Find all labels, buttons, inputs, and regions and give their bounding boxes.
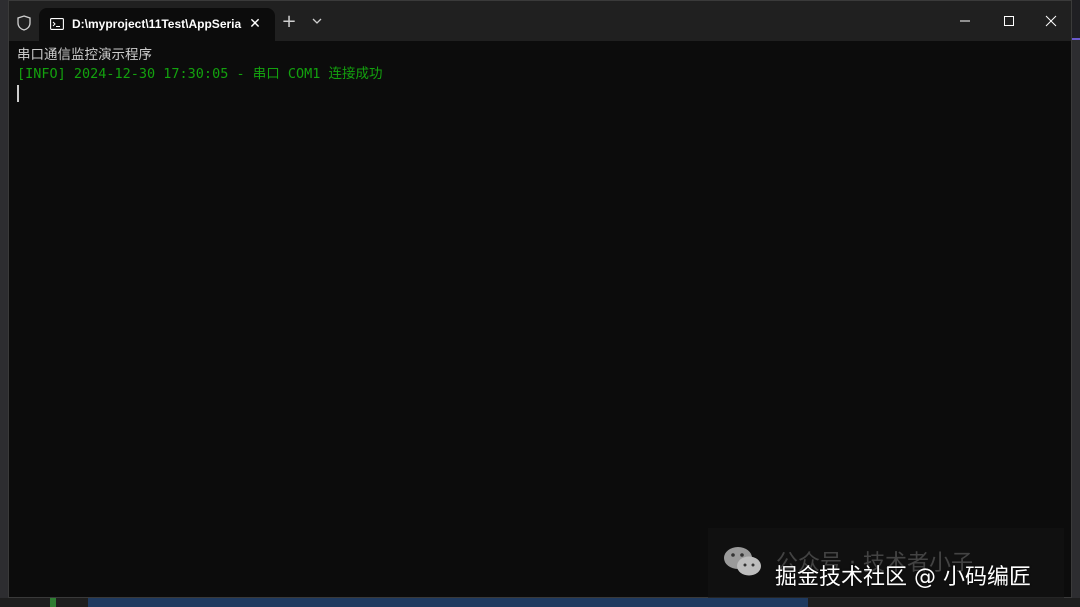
maximize-icon[interactable]	[987, 1, 1031, 41]
tab-title: D:\myproject\11Test\AppSeria	[72, 17, 242, 31]
tab-close-button[interactable]: ✕	[244, 13, 266, 35]
new-tab-button[interactable]: +	[279, 12, 299, 32]
chevron-down-icon[interactable]	[309, 13, 325, 29]
terminal-icon	[50, 18, 64, 30]
wechat-icon	[724, 547, 761, 576]
watermark-text: 掘金技术社区 @ 小码编匠	[775, 565, 1031, 590]
text-cursor	[17, 85, 19, 102]
console-line-title: 串口通信监控演示程序	[17, 47, 152, 63]
tab-terminal[interactable]: D:\myproject\11Test\AppSeria ✕	[39, 8, 275, 41]
background-ide-statusbar	[88, 598, 808, 607]
title-bar[interactable]: D:\myproject\11Test\AppSeria ✕ +	[9, 1, 1071, 41]
console-line-info: [INFO] 2024-12-30 17:30:05 - 串口 COM1 连接成…	[17, 66, 383, 82]
shield-icon	[17, 15, 31, 31]
terminal-window: D:\myproject\11Test\AppSeria ✕ + 串口通信监控演…	[8, 0, 1072, 598]
background-ide-indicator	[50, 598, 56, 607]
close-icon[interactable]	[1029, 1, 1073, 41]
console-output[interactable]: 串口通信监控演示程序 [INFO] 2024-12-30 17:30:05 - …	[9, 41, 1071, 597]
desktop: D:\myproject\11Test\AppSeria ✕ + 串口通信监控演…	[0, 0, 1080, 607]
console-cursor-line	[17, 84, 1063, 108]
minimize-icon[interactable]	[943, 1, 987, 41]
